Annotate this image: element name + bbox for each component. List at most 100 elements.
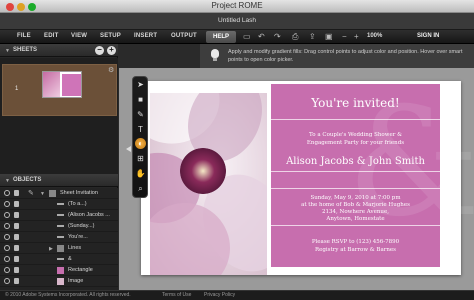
- visibility-eye-icon[interactable]: [4, 212, 10, 218]
- text-icon: [57, 214, 64, 216]
- expand-triangle-icon[interactable]: ▼: [40, 191, 45, 197]
- rectangle-icon: [57, 267, 64, 274]
- invitation-city[interactable]: Anytown, Homestate: [271, 216, 440, 222]
- lock-icon[interactable]: [14, 245, 19, 251]
- terms-link[interactable]: Terms of Use: [162, 292, 191, 298]
- objects-panel-header[interactable]: ▼ OBJECTS: [0, 174, 118, 187]
- invitation-rsvp[interactable]: Please RSVP to (123) 456-7890: [271, 239, 440, 245]
- redo-icon[interactable]: ↷: [274, 33, 281, 41]
- invitation-host[interactable]: at the home of Bob & Marjorie Hughes: [271, 202, 440, 208]
- object-row[interactable]: ✎ ▼ Sheet Invitation: [0, 188, 118, 199]
- flower-photo[interactable]: [150, 93, 267, 275]
- zoom-tool-icon[interactable]: ⌕: [135, 183, 146, 194]
- lock-icon[interactable]: [14, 201, 19, 207]
- expand-triangle-icon[interactable]: ▶: [49, 246, 53, 252]
- object-row[interactable]: (To a...): [0, 199, 118, 210]
- canvas-area[interactable]: & You're invited! To a Couple's Wedding …: [119, 68, 474, 290]
- folder-icon: [49, 190, 56, 197]
- objects-panel-title: OBJECTS: [13, 177, 42, 183]
- object-row[interactable]: (Sunday...): [0, 221, 118, 232]
- add-sheet-button[interactable]: +: [107, 46, 116, 55]
- invitation-address[interactable]: 2134, Nowhere Avenue,: [271, 209, 440, 215]
- lock-icon[interactable]: [14, 267, 19, 273]
- lock-icon[interactable]: [14, 190, 19, 196]
- remove-sheet-button[interactable]: −: [95, 46, 104, 55]
- collapse-triangle-icon[interactable]: ▼: [5, 178, 10, 184]
- menu-output[interactable]: OUTPUT: [171, 33, 197, 39]
- gradient-tool-icon[interactable]: ◐: [135, 138, 146, 149]
- invitation-text-panel[interactable]: & You're invited! To a Couple's Wedding …: [271, 84, 474, 267]
- object-row[interactable]: You're...: [0, 232, 118, 243]
- brush-tool-icon[interactable]: ✎: [135, 109, 146, 120]
- lock-icon[interactable]: [14, 223, 19, 229]
- objects-list: ✎ ▼ Sheet Invitation (To a...) (Alison J…: [0, 188, 118, 290]
- document-bar: Untitled Lash: [0, 13, 474, 30]
- lock-icon[interactable]: [14, 256, 19, 262]
- grid-tool-icon[interactable]: ⊞: [135, 153, 146, 164]
- sheet-item[interactable]: 1 ⚙: [2, 64, 117, 116]
- object-row[interactable]: ▶ Lines: [0, 243, 118, 254]
- invitation-date[interactable]: Sunday, May 9, 2010 at 7:00 pm: [271, 195, 440, 201]
- visibility-eye-icon[interactable]: [4, 256, 10, 262]
- sheet-number: 1: [15, 86, 19, 92]
- menu-file[interactable]: FILE: [17, 33, 31, 39]
- visibility-eye-icon[interactable]: [4, 278, 10, 284]
- preview-icon[interactable]: ▣: [325, 33, 333, 41]
- text-icon: [57, 225, 64, 227]
- lock-icon[interactable]: [14, 212, 19, 218]
- menu-insert[interactable]: INSERT: [134, 33, 157, 39]
- invitation-line-1[interactable]: To a Couple's Wedding Shower &: [271, 132, 440, 138]
- object-row[interactable]: &: [0, 254, 118, 265]
- copyright-text: © 2010 Adobe Systems Incorporated. All r…: [5, 292, 131, 298]
- visibility-eye-icon[interactable]: [4, 245, 10, 251]
- object-row[interactable]: Rectangle: [0, 265, 118, 276]
- invitation-names[interactable]: Alison Jacobs & John Smith: [271, 156, 440, 167]
- share-icon[interactable]: ⇪: [309, 33, 316, 41]
- invitation-registry[interactable]: Registry at Barrow & Barnes: [271, 247, 440, 253]
- window-title: Project ROME: [211, 1, 263, 10]
- text-tool-icon[interactable]: T: [135, 124, 146, 135]
- hand-tool-icon[interactable]: ✋: [135, 168, 146, 179]
- zoom-out-icon[interactable]: −: [342, 33, 347, 41]
- menu-setup[interactable]: SETUP: [100, 33, 121, 39]
- zoom-in-icon[interactable]: +: [354, 33, 359, 41]
- invitation-heading[interactable]: You're invited!: [271, 96, 440, 110]
- print-icon[interactable]: ⎙: [292, 33, 298, 41]
- footer: © 2010 Adobe Systems Incorporated. All r…: [0, 290, 474, 300]
- sheets-panel-header[interactable]: ▼ SHEETS − +: [0, 44, 118, 57]
- object-label: (Alison Jacobs ...: [68, 212, 110, 218]
- object-label: Rectangle: [68, 267, 93, 273]
- visibility-eye-icon[interactable]: [4, 223, 10, 229]
- visibility-eye-icon[interactable]: [4, 190, 10, 196]
- visibility-eye-icon[interactable]: [4, 267, 10, 273]
- invitation-line-2[interactable]: Engagement Party for your friends: [271, 140, 440, 146]
- object-row[interactable]: (Alison Jacobs ...: [0, 210, 118, 221]
- text-icon: [57, 203, 64, 205]
- sign-in-button[interactable]: SIGN IN: [417, 33, 439, 39]
- object-label: Image: [68, 278, 84, 284]
- rectangle-tool-icon[interactable]: ■: [135, 94, 146, 105]
- collapse-triangle-icon[interactable]: ▼: [5, 48, 10, 54]
- lock-icon[interactable]: [14, 278, 19, 284]
- object-label: Lines: [68, 245, 82, 251]
- privacy-link[interactable]: Privacy Policy: [204, 292, 235, 298]
- menu-edit[interactable]: EDIT: [44, 33, 58, 39]
- zoom-level[interactable]: 100%: [367, 33, 382, 39]
- visibility-eye-icon[interactable]: [4, 234, 10, 240]
- flower-center: [180, 148, 226, 194]
- lightbulb-icon: [211, 49, 219, 62]
- invitation-card[interactable]: & You're invited! To a Couple's Wedding …: [141, 81, 474, 275]
- object-label: &: [68, 256, 72, 262]
- visibility-eye-icon[interactable]: [4, 201, 10, 207]
- save-icon[interactable]: ▭: [243, 33, 251, 41]
- object-row[interactable]: Image: [0, 276, 118, 287]
- lock-icon[interactable]: [14, 234, 19, 240]
- menu-view[interactable]: VIEW: [71, 33, 87, 39]
- menu-help[interactable]: HELP: [206, 31, 236, 43]
- select-arrow-icon[interactable]: ➤: [135, 79, 146, 90]
- object-label: (To a...): [68, 201, 87, 207]
- sheet-options-icon[interactable]: ⚙: [108, 66, 114, 74]
- undo-icon[interactable]: ↶: [258, 33, 265, 41]
- sheet-thumbnail[interactable]: [42, 71, 82, 98]
- pencil-icon[interactable]: ✎: [28, 189, 34, 197]
